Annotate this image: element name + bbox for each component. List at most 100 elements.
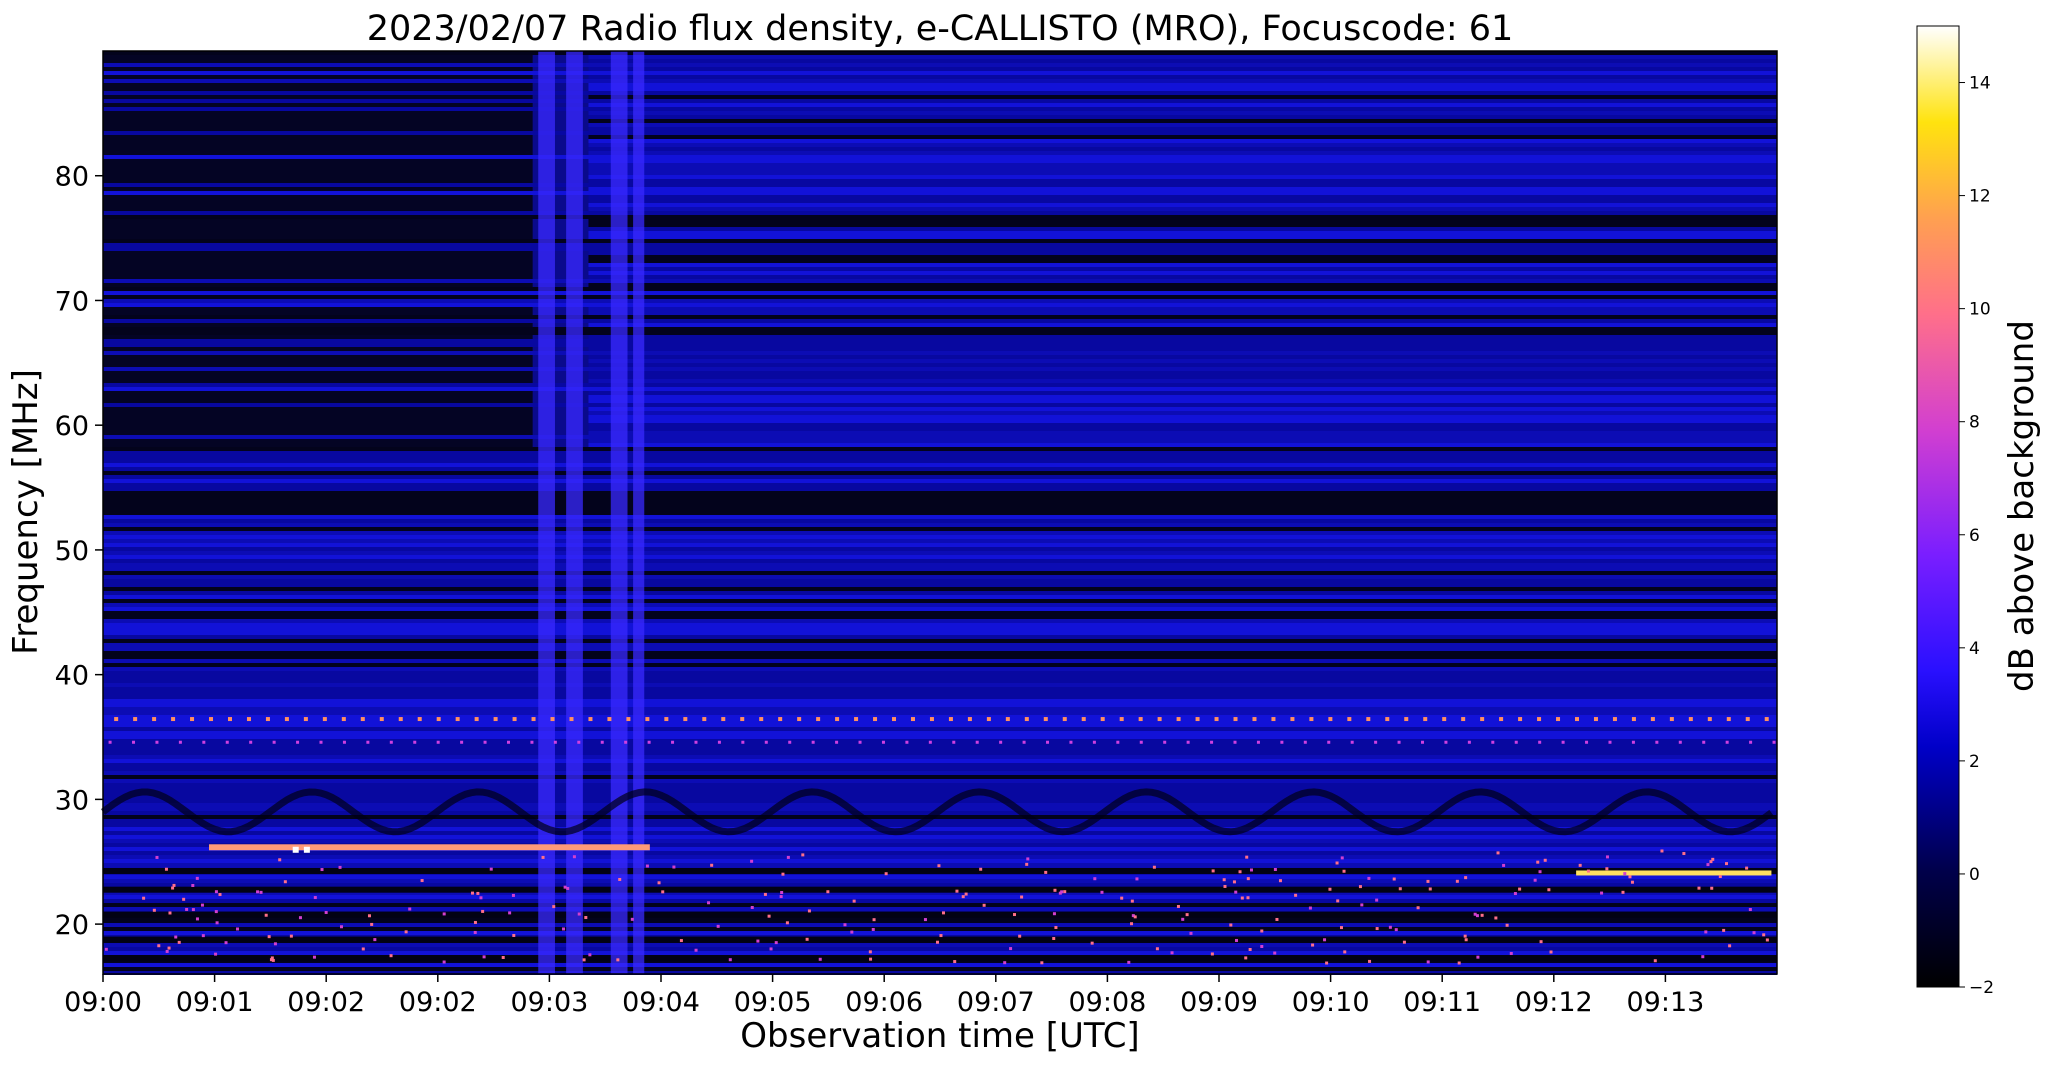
- heatmap-spot: [1275, 917, 1279, 921]
- heatmap-spot: [460, 740, 464, 744]
- heatmap-spot: [1290, 717, 1295, 722]
- heatmap-row: [103, 411, 533, 415]
- heatmap-row: [588, 443, 1778, 447]
- heatmap-spot: [1092, 740, 1096, 744]
- heatmap-row: [103, 839, 1777, 843]
- heatmap-spot: [740, 717, 745, 722]
- heatmap-row: [103, 307, 533, 311]
- heatmap-row: [103, 183, 1777, 187]
- heatmap-row: [103, 159, 533, 163]
- heatmap-row: [103, 239, 1777, 243]
- heatmap-row: [588, 359, 1778, 363]
- heatmap-row: [588, 307, 1778, 311]
- heatmap-spot: [1561, 740, 1565, 744]
- heatmap-row: [588, 371, 1778, 375]
- heatmap-row: [103, 143, 533, 147]
- chart-title: 2023/02/07 Radio flux density, e-CALLIST…: [367, 9, 1514, 49]
- heatmap-spot: [683, 717, 688, 722]
- heatmap-spot: [1513, 892, 1517, 896]
- heatmap-spot: [843, 923, 847, 927]
- heatmap-row: [588, 283, 1778, 287]
- heatmap-spot: [1502, 863, 1506, 867]
- heatmap-row: [588, 259, 1778, 263]
- heatmap-spot: [607, 717, 612, 722]
- heatmap-spot: [1375, 898, 1379, 902]
- heatmap-spot: [367, 914, 371, 918]
- y-tick-label: 70: [55, 286, 89, 317]
- x-tick-label: 09:02: [399, 987, 477, 1018]
- heatmap-row: [588, 179, 1778, 183]
- heatmap-spot: [552, 905, 556, 909]
- heatmap-row: [103, 199, 533, 203]
- x-tick-label: 09:13: [1626, 987, 1704, 1018]
- heatmap-row: [103, 139, 533, 143]
- heatmap-row: [103, 667, 1777, 671]
- heatmap-row: [588, 227, 1778, 231]
- heatmap-spot: [249, 740, 253, 744]
- heatmap-row: [103, 135, 533, 139]
- heatmap-row: [103, 99, 1777, 103]
- heatmap-spot: [1052, 912, 1056, 916]
- heatmap-spot: [1476, 955, 1480, 959]
- heatmap-row: [588, 407, 1778, 411]
- heatmap-row: [103, 263, 533, 267]
- heatmap-spot: [470, 891, 474, 895]
- heatmap-row: [103, 339, 1777, 343]
- heatmap-spot: [1308, 906, 1312, 910]
- heatmap-row: [103, 303, 1777, 307]
- heatmap-row: [103, 375, 533, 379]
- heatmap-row: [103, 795, 1777, 799]
- heatmap-spot: [479, 896, 483, 900]
- heatmap-spot: [1020, 895, 1024, 899]
- heatmap-spot: [114, 717, 119, 722]
- heatmap-row: [103, 851, 1777, 855]
- heatmap-spot: [256, 890, 260, 894]
- heatmap-row: [103, 936, 1777, 943]
- heatmap-spot: [710, 863, 714, 867]
- heatmap-spot: [645, 864, 649, 868]
- heatmap-spot: [1586, 869, 1590, 873]
- heatmap-spot: [1238, 870, 1242, 874]
- heatmap-spot: [647, 740, 651, 744]
- heatmap-spot: [1764, 717, 1769, 722]
- heatmap-row: [103, 886, 1777, 893]
- heatmap-row: [103, 491, 1777, 495]
- heatmap-row: [103, 519, 1777, 523]
- heatmap-spot: [1025, 862, 1029, 866]
- heatmap-spot: [303, 717, 308, 722]
- heatmap-spot: [1350, 740, 1354, 744]
- heatmap-spot: [1155, 947, 1159, 951]
- heatmap-row: [103, 703, 1777, 707]
- heatmap-row: [103, 779, 1777, 783]
- heatmap-spot: [172, 883, 176, 887]
- heatmap-row: [103, 955, 1777, 962]
- heatmap-spot: [398, 717, 403, 722]
- heatmap-spot: [1688, 717, 1693, 722]
- heatmap-row: [103, 319, 1777, 323]
- heatmap-spot: [1426, 960, 1430, 964]
- heatmap-row: [103, 351, 1777, 355]
- heatmap-row: [103, 455, 1777, 459]
- heatmap-spot: [1669, 717, 1674, 722]
- heatmap-row: [103, 731, 1777, 735]
- heatmap-spot: [501, 956, 505, 960]
- heatmap-spot: [1537, 717, 1542, 722]
- heatmap-row: [103, 175, 533, 179]
- heatmap-spot: [588, 953, 592, 957]
- heatmap-row: [103, 623, 1777, 627]
- heatmap-spot: [322, 717, 327, 722]
- heatmap-spot: [1043, 717, 1048, 722]
- heatmap-spot: [1233, 717, 1238, 722]
- heatmap-row: [588, 59, 1778, 63]
- heatmap-spot: [1100, 717, 1105, 722]
- heatmap-spot: [284, 717, 289, 722]
- heatmap-row: [103, 579, 1777, 583]
- heatmap-spot: [750, 906, 754, 910]
- heatmap-row: [103, 831, 1777, 835]
- heatmap-spot: [1538, 740, 1542, 744]
- heatmap-spot: [214, 952, 218, 956]
- heatmap-spot: [1170, 951, 1174, 955]
- heatmap-spot: [1323, 938, 1327, 942]
- heatmap-spot: [167, 946, 171, 950]
- heatmap-spot: [1612, 717, 1617, 722]
